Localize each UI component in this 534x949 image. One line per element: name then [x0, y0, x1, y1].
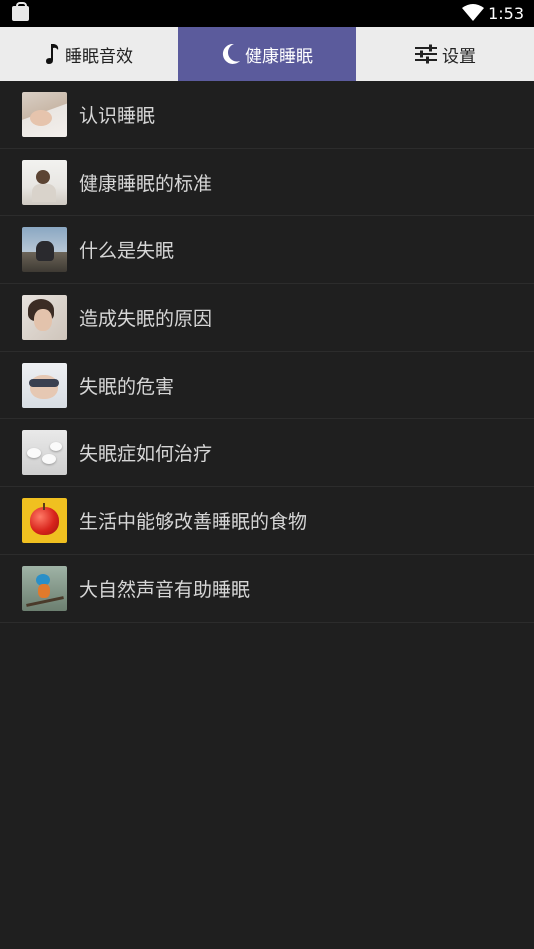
list-item[interactable]: 健康睡眠的标准 [0, 149, 534, 217]
list-item-title: 大自然声音有助睡眠 [79, 578, 251, 601]
tab-label: 睡眠音效 [65, 46, 133, 67]
list-item-title: 失眠症如何治疗 [79, 443, 213, 466]
tab-bar: 睡眠音效 健康睡眠 设置 [0, 27, 534, 81]
list-item-title: 健康睡眠的标准 [79, 172, 213, 195]
list-item[interactable]: 失眠的危害 [0, 352, 534, 420]
pills-thumbnail [22, 430, 67, 476]
person-head-down-thumbnail [22, 227, 67, 273]
list-item[interactable]: 失眠症如何治疗 [0, 419, 534, 488]
article-list: 认识睡眠 健康睡眠的标准 什么是失眠 造成失眠的原因 失眠的危害 失眠症如何治疗… [0, 81, 534, 623]
music-note-icon [46, 44, 59, 64]
list-item[interactable]: 生活中能够改善睡眠的食物 [0, 487, 534, 555]
list-item[interactable]: 造成失眠的原因 [0, 284, 534, 352]
list-item-title: 造成失眠的原因 [79, 307, 213, 330]
kingfisher-bird-thumbnail [22, 565, 67, 611]
crescent-moon-icon [222, 43, 240, 64]
list-item-title: 生活中能够改善睡眠的食物 [79, 510, 308, 533]
status-bar: 1:53 [0, 0, 534, 27]
list-item[interactable]: 什么是失眠 [0, 216, 534, 285]
list-item[interactable]: 大自然声音有助睡眠 [0, 555, 534, 623]
list-item-title: 认识睡眠 [79, 104, 156, 127]
tab-sleep-sounds[interactable]: 睡眠音效 [0, 27, 178, 81]
shopping-bag-icon [12, 2, 29, 21]
list-item-title: 什么是失眠 [79, 240, 175, 263]
woman-headache-thumbnail [22, 294, 67, 340]
woman-stretching-thumbnail [22, 159, 67, 205]
tab-label: 健康睡眠 [245, 46, 313, 67]
list-item[interactable]: 认识睡眠 [0, 81, 534, 149]
sleep-mask-thumbnail [22, 362, 67, 408]
sleeping-baby-thumbnail [22, 91, 67, 137]
sliders-icon [415, 44, 437, 64]
apple-thumbnail [22, 497, 67, 543]
tab-healthy-sleep[interactable]: 健康睡眠 [178, 27, 356, 81]
status-time: 1:53 [488, 4, 524, 23]
tab-settings[interactable]: 设置 [356, 27, 534, 81]
wifi-icon [462, 4, 484, 21]
list-item-title: 失眠的危害 [79, 375, 175, 398]
tab-label: 设置 [442, 46, 476, 67]
